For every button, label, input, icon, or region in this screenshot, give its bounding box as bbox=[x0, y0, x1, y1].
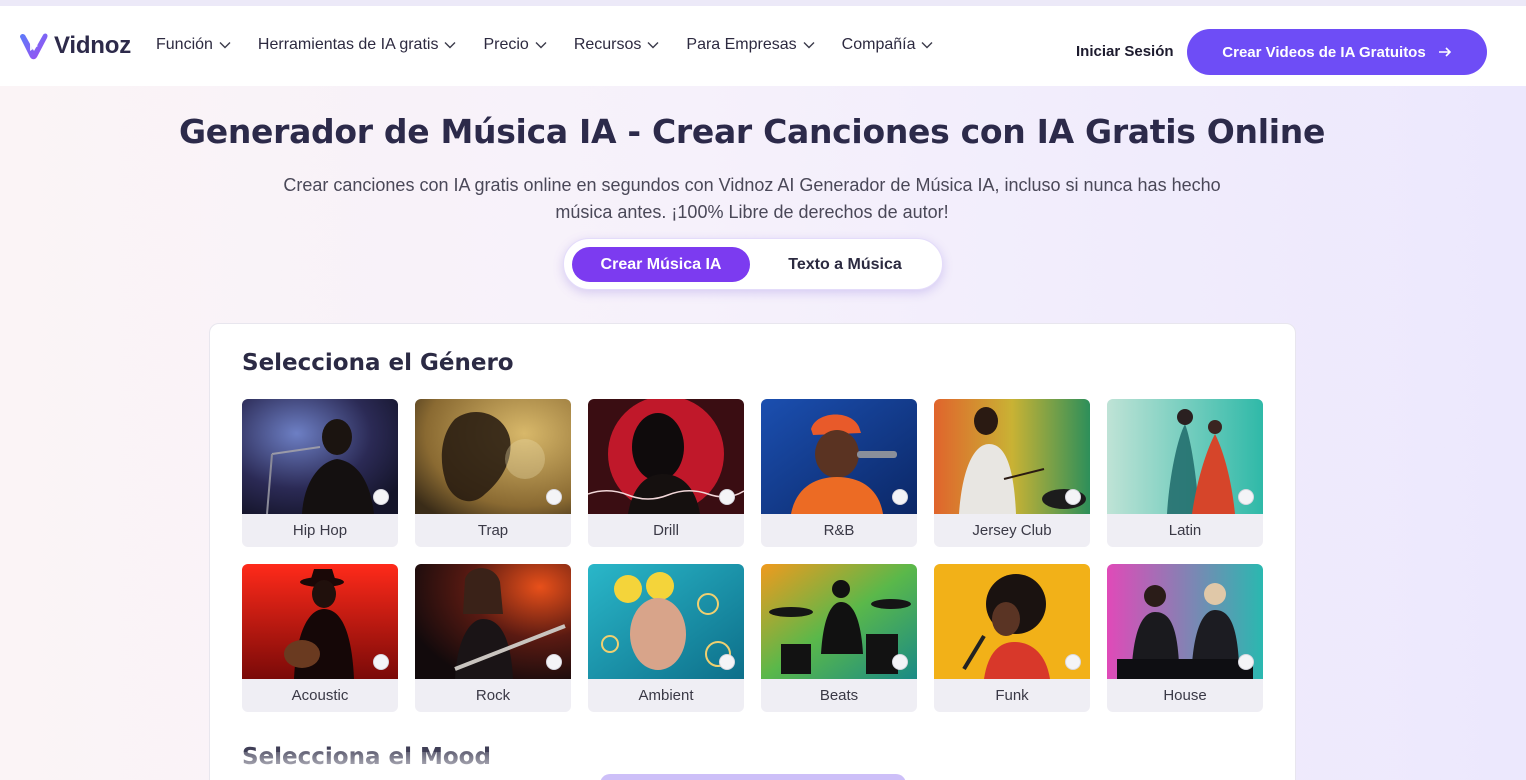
tab-crear-musica[interactable]: Crear Música IA bbox=[572, 247, 750, 282]
genre-label: R&B bbox=[823, 522, 855, 539]
nav-item-label: Compañía bbox=[841, 36, 916, 53]
genre-radio[interactable] bbox=[719, 489, 735, 505]
genre-radio[interactable] bbox=[719, 654, 735, 670]
brand-name: Vidnoz bbox=[54, 32, 132, 59]
subtitle-line-2: música antes. ¡100% Libre de derechos de… bbox=[555, 202, 949, 222]
genre-card-rnb[interactable]: R&B bbox=[761, 399, 917, 547]
genre-label: Acoustic bbox=[291, 687, 349, 704]
nav-item-herramientas[interactable]: Herramientas de IA gratis bbox=[258, 36, 457, 54]
genre-label: Latin bbox=[1168, 522, 1202, 539]
genre-card-rock[interactable]: Rock bbox=[415, 564, 571, 712]
chevron-down-icon bbox=[921, 42, 933, 49]
genre-card-drill[interactable]: Drill bbox=[588, 399, 744, 547]
tab-texto-a-musica[interactable]: Texto a Música bbox=[764, 247, 926, 282]
nav-item-label: Para Empresas bbox=[686, 36, 797, 53]
genre-label: Hip Hop bbox=[292, 522, 348, 539]
nav-item-label: Recursos bbox=[573, 36, 642, 53]
genre-card-acoustic[interactable]: Acoustic bbox=[242, 564, 398, 712]
genre-radio[interactable] bbox=[1065, 654, 1081, 670]
genre-radio[interactable] bbox=[1238, 489, 1254, 505]
genre-radio[interactable] bbox=[373, 654, 389, 670]
nav-item-label: Herramientas de IA gratis bbox=[257, 36, 439, 53]
cta-label: Crear Videos de IA Gratuitos bbox=[1222, 43, 1426, 61]
genre-card-latin[interactable]: Latin bbox=[1107, 399, 1263, 547]
nav-item-compania[interactable]: Compañía bbox=[842, 36, 934, 54]
genre-card-beats[interactable]: Beats bbox=[761, 564, 917, 712]
genre-label: Drill bbox=[653, 522, 679, 539]
chevron-down-icon bbox=[803, 42, 815, 49]
genre-radio[interactable] bbox=[546, 489, 562, 505]
genre-label: House bbox=[1163, 687, 1207, 704]
create-videos-button[interactable]: Crear Videos de IA Gratuitos bbox=[1187, 29, 1487, 75]
nav-item-precio[interactable]: Precio bbox=[483, 36, 547, 54]
genre-radio[interactable] bbox=[1065, 489, 1081, 505]
genre-radio[interactable] bbox=[892, 489, 908, 505]
genre-section-title: Selecciona el Género bbox=[242, 350, 514, 376]
genre-card-house[interactable]: House bbox=[1107, 564, 1263, 712]
genre-radio[interactable] bbox=[892, 654, 908, 670]
genre-card-ambient[interactable]: Ambient bbox=[588, 564, 744, 712]
genre-label: Funk bbox=[995, 687, 1029, 704]
site-header: Vidnoz Función Herramientas de IA gratis… bbox=[0, 6, 1526, 86]
genre-radio[interactable] bbox=[1238, 654, 1254, 670]
genre-card-funk[interactable]: Funk bbox=[934, 564, 1090, 712]
mode-tabs: Crear Música IA Texto a Música bbox=[563, 238, 943, 290]
login-link[interactable]: Iniciar Sesión bbox=[1076, 43, 1174, 60]
genre-label: Rock bbox=[475, 687, 511, 704]
genre-radio[interactable] bbox=[373, 489, 389, 505]
genre-label: Ambient bbox=[638, 687, 694, 704]
genre-card-trap[interactable]: Trap bbox=[415, 399, 571, 547]
nav-item-funcion[interactable]: Función bbox=[156, 36, 231, 54]
genre-label: Beats bbox=[819, 687, 859, 704]
nav-item-label: Función bbox=[156, 36, 213, 53]
chevron-down-icon bbox=[535, 42, 547, 49]
genre-label: Jersey Club bbox=[972, 522, 1052, 539]
arrow-right-icon bbox=[1438, 47, 1451, 57]
floating-action-pill[interactable] bbox=[600, 774, 906, 780]
subtitle-line-1: Crear canciones con IA gratis online en … bbox=[283, 175, 1221, 195]
genre-radio[interactable] bbox=[546, 654, 562, 670]
genre-label: Trap bbox=[477, 522, 509, 539]
nav-item-label: Precio bbox=[483, 36, 529, 53]
chevron-down-icon bbox=[647, 42, 659, 49]
genre-card-jersey-club[interactable]: Jersey Club bbox=[934, 399, 1090, 547]
chevron-down-icon bbox=[444, 42, 456, 49]
genre-card-hip-hop[interactable]: Hip Hop bbox=[242, 399, 398, 547]
chevron-down-icon bbox=[219, 42, 231, 49]
vidnoz-logo-icon bbox=[20, 33, 48, 60]
nav-item-empresas[interactable]: Para Empresas bbox=[686, 36, 815, 54]
main-nav: Función Herramientas de IA gratis Precio… bbox=[156, 36, 960, 54]
vidnoz-logo[interactable]: Vidnoz bbox=[17, 29, 131, 63]
nav-item-recursos[interactable]: Recursos bbox=[574, 36, 660, 54]
page-subtitle: Crear canciones con IA gratis online en … bbox=[228, 172, 1276, 226]
page-title: Generador de Música IA - Crear Canciones… bbox=[178, 112, 1326, 151]
